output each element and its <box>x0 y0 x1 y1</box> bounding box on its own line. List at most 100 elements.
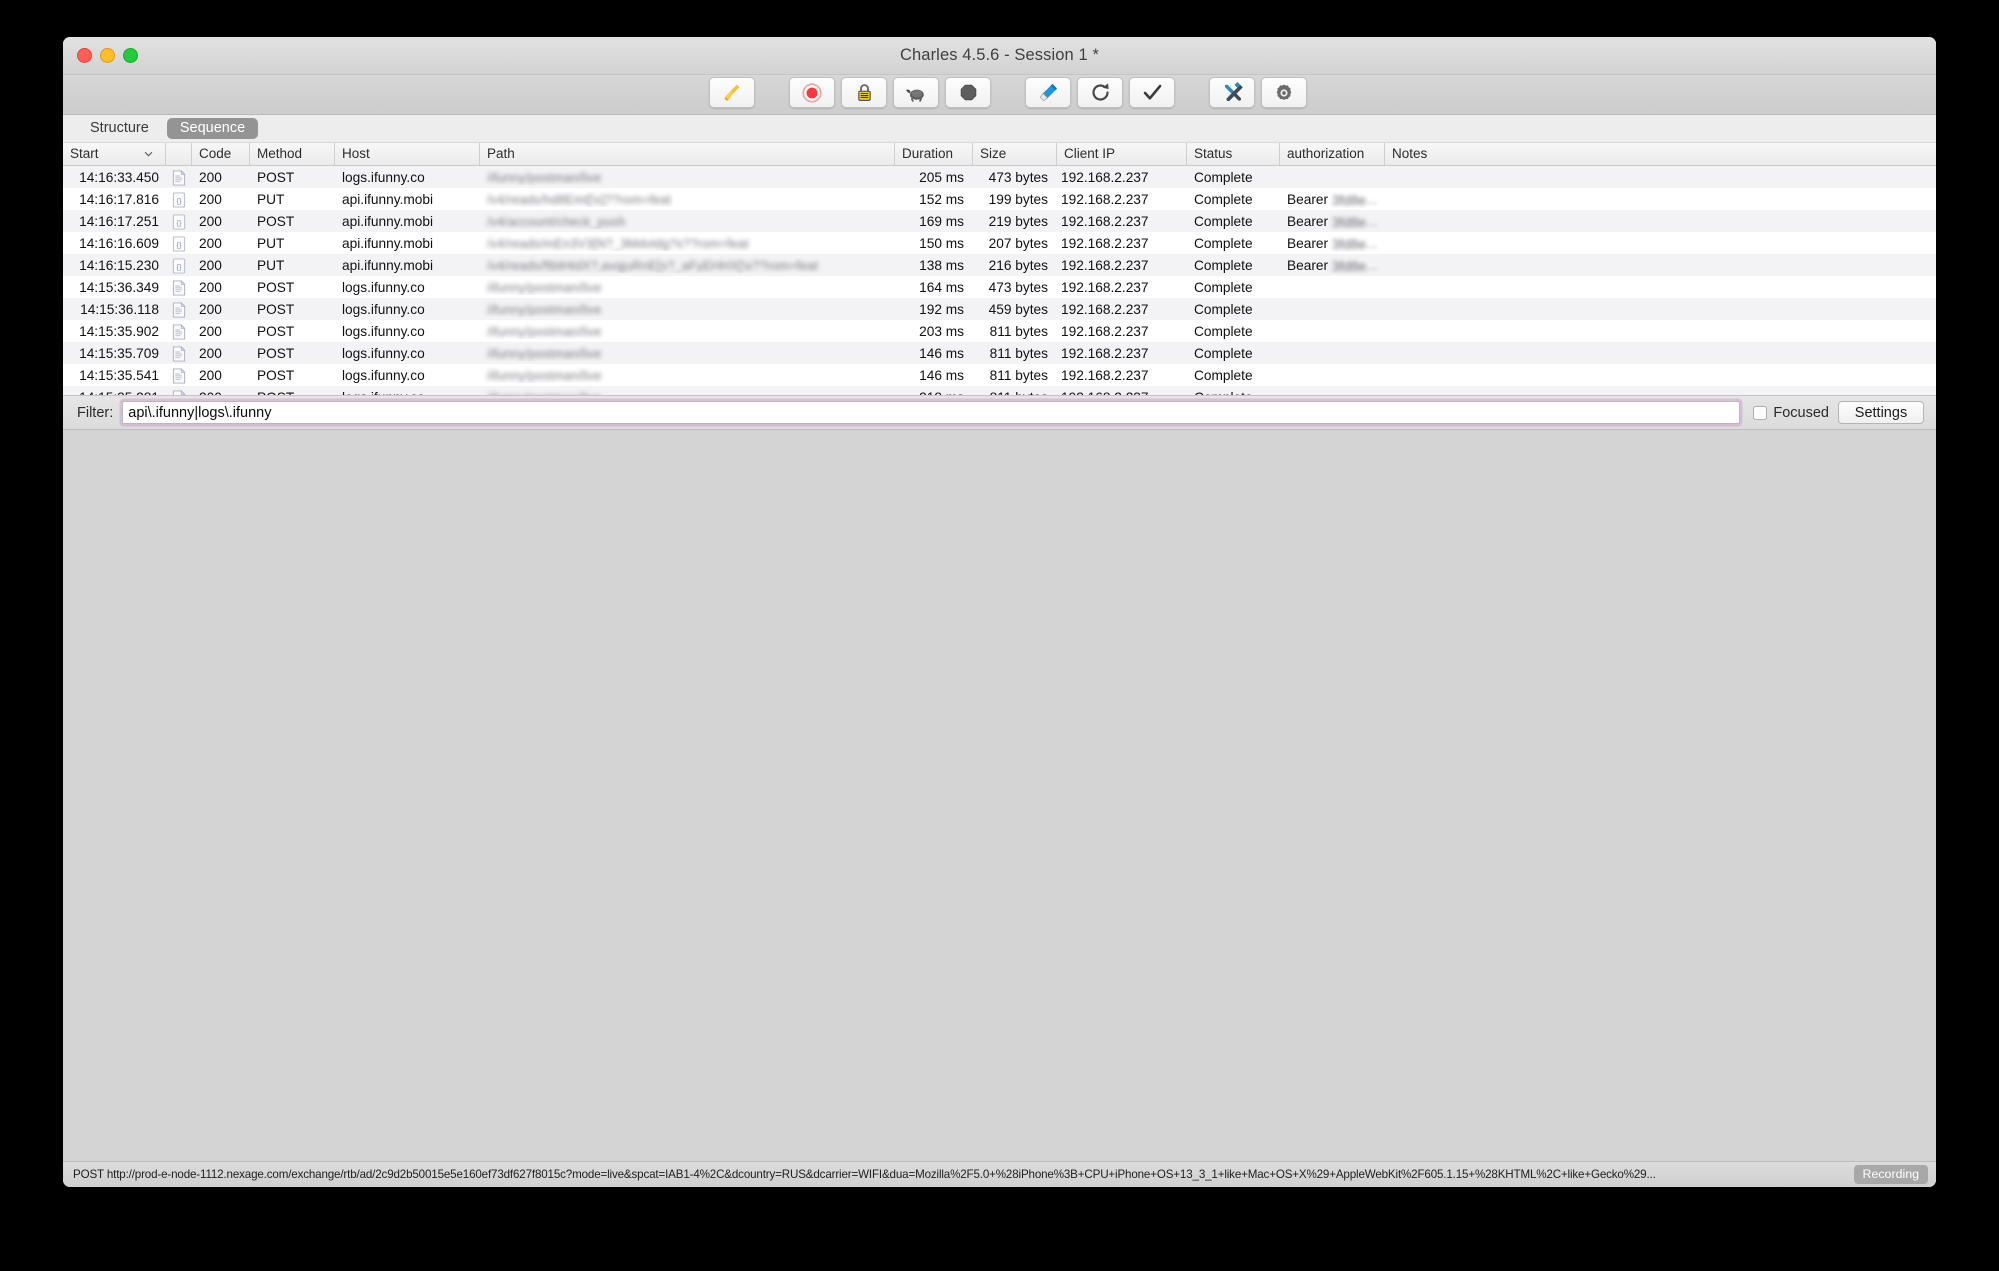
cell-method: POST <box>250 367 335 383</box>
cell-host: logs.ifunny.co <box>335 301 480 317</box>
table-row[interactable]: 14:16:17.816{}200PUTapi.ifunny.mobi/v4/r… <box>63 188 1936 210</box>
focused-checkbox[interactable] <box>1753 406 1767 420</box>
cell-duration: 150 ms <box>895 235 973 251</box>
breakpoints-button[interactable] <box>945 77 991 108</box>
column-header-icon[interactable] <box>166 143 192 165</box>
column-header-authorization[interactable]: authorization <box>1280 143 1385 165</box>
json-braces-icon: {} <box>172 236 186 252</box>
view-mode-tabs: Structure Sequence <box>63 115 1936 143</box>
throttle-button[interactable] <box>893 77 939 108</box>
column-header-size[interactable]: Size <box>973 143 1057 165</box>
compose-button[interactable] <box>1025 77 1071 108</box>
cell-code: 200 <box>192 301 250 317</box>
cell-size: 207 bytes <box>973 235 1057 251</box>
cell-code: 200 <box>192 235 250 251</box>
table-row[interactable]: 14:16:15.230{}200PUTapi.ifunny.mobi/v4/r… <box>63 254 1936 276</box>
cell-content-type-icon: {} <box>166 235 192 252</box>
cell-content-type-icon <box>166 345 192 362</box>
column-header-client-ip[interactable]: Client IP <box>1057 143 1187 165</box>
document-icon <box>172 324 186 340</box>
cell-status: Complete <box>1187 191 1280 207</box>
cell-client-ip: 192.168.2.237 <box>1057 213 1187 229</box>
json-braces-icon: {} <box>172 258 186 274</box>
column-header-status[interactable]: Status <box>1187 143 1280 165</box>
stop-sign-icon <box>959 83 978 102</box>
validate-button[interactable] <box>1129 77 1175 108</box>
cell-host: api.ifunny.mobi <box>335 191 480 207</box>
table-row[interactable]: 14:15:35.541200POSTlogs.ifunny.co/ifunny… <box>63 364 1936 386</box>
cell-status: Complete <box>1187 169 1280 185</box>
cell-host: logs.ifunny.co <box>335 279 480 295</box>
cell-authorization <box>1280 177 1385 178</box>
cell-duration: 152 ms <box>895 191 973 207</box>
repeat-button[interactable] <box>1077 77 1123 108</box>
tools-icon <box>1222 82 1243 103</box>
table-row[interactable]: 14:15:36.349200POSTlogs.ifunny.co/ifunny… <box>63 276 1936 298</box>
title-bar: Charles 4.5.6 - Session 1 * <box>63 37 1936 75</box>
table-row[interactable]: 14:15:35.281200POSTlogs.ifunny.co/ifunny… <box>63 386 1936 395</box>
filter-input[interactable] <box>122 401 1740 424</box>
cell-notes <box>1385 221 1685 222</box>
settings-gear-button[interactable] <box>1261 77 1307 108</box>
cell-content-type-icon <box>166 389 192 396</box>
table-row[interactable]: 14:15:35.902200POSTlogs.ifunny.co/ifunny… <box>63 320 1936 342</box>
column-header-host[interactable]: Host <box>335 143 480 165</box>
cell-client-ip: 192.168.2.237 <box>1057 191 1187 207</box>
svg-text:{}: {} <box>176 240 182 249</box>
tab-structure[interactable]: Structure <box>77 118 162 140</box>
document-icon <box>172 390 186 396</box>
cell-start: 14:16:33.450 <box>63 169 166 185</box>
tools-button[interactable] <box>1209 77 1255 108</box>
cell-size: 811 bytes <box>973 323 1057 339</box>
cell-authorization <box>1280 353 1385 354</box>
gear-icon <box>1274 83 1294 103</box>
refresh-icon <box>1090 82 1111 103</box>
cell-start: 14:15:36.118 <box>63 301 166 317</box>
cell-size: 473 bytes <box>973 169 1057 185</box>
main-toolbar <box>63 75 1936 115</box>
status-bar-url: POST http://prod-e-node-1112.nexage.com/… <box>73 1168 1846 1181</box>
cell-size: 811 bytes <box>973 345 1057 361</box>
turtle-icon <box>905 84 927 102</box>
column-header-method[interactable]: Method <box>250 143 335 165</box>
cell-duration: 203 ms <box>895 323 973 339</box>
document-icon <box>172 346 186 362</box>
document-icon <box>172 368 186 384</box>
charles-main-window: Charles 4.5.6 - Session 1 * <box>63 37 1936 1187</box>
cell-code: 200 <box>192 169 250 185</box>
table-row[interactable]: 14:15:35.709200POSTlogs.ifunny.co/ifunny… <box>63 342 1936 364</box>
table-row[interactable]: 14:16:33.450200POSTlogs.ifunny.co/ifunny… <box>63 166 1936 188</box>
cell-code: 200 <box>192 345 250 361</box>
column-header-path[interactable]: Path <box>480 143 895 165</box>
ssl-proxying-button[interactable] <box>841 77 887 108</box>
cell-method: POST <box>250 323 335 339</box>
focused-checkbox-group[interactable]: Focused <box>1753 405 1829 421</box>
cell-size: 216 bytes <box>973 257 1057 273</box>
clear-session-button[interactable] <box>709 77 755 108</box>
cell-duration: 205 ms <box>895 169 973 185</box>
cell-duration: 164 ms <box>895 279 973 295</box>
tab-sequence[interactable]: Sequence <box>167 118 258 140</box>
table-row[interactable]: 14:16:16.609{}200PUTapi.ifunny.mobi/v4/r… <box>63 232 1936 254</box>
cell-method: POST <box>250 301 335 317</box>
column-header-code[interactable]: Code <box>192 143 250 165</box>
cell-start: 14:16:17.816 <box>63 191 166 207</box>
cell-method: POST <box>250 345 335 361</box>
filter-settings-button[interactable]: Settings <box>1838 401 1924 424</box>
cell-authorization <box>1280 375 1385 376</box>
cell-client-ip: 192.168.2.237 <box>1057 279 1187 295</box>
cell-authorization: Bearer 3fd8e... <box>1280 191 1385 208</box>
cell-content-type-icon <box>166 367 192 384</box>
table-row[interactable]: 14:16:17.251{}200POSTapi.ifunny.mobi/v4/… <box>63 210 1936 232</box>
json-braces-icon: {} <box>172 214 186 230</box>
column-header-notes[interactable]: Notes <box>1385 143 1685 165</box>
recording-status-badge[interactable]: Recording <box>1854 1165 1928 1184</box>
column-header-duration[interactable]: Duration <box>895 143 973 165</box>
cell-content-type-icon: {} <box>166 257 192 274</box>
record-button[interactable] <box>789 77 835 108</box>
table-row[interactable]: 14:15:36.118200POSTlogs.ifunny.co/ifunny… <box>63 298 1936 320</box>
requests-table[interactable]: Start Code Method Host Path Duration Siz… <box>63 143 1936 395</box>
column-header-start[interactable]: Start <box>63 143 166 165</box>
cell-path: /ifunny/postman/live <box>480 323 895 339</box>
cell-status: Complete <box>1187 345 1280 361</box>
